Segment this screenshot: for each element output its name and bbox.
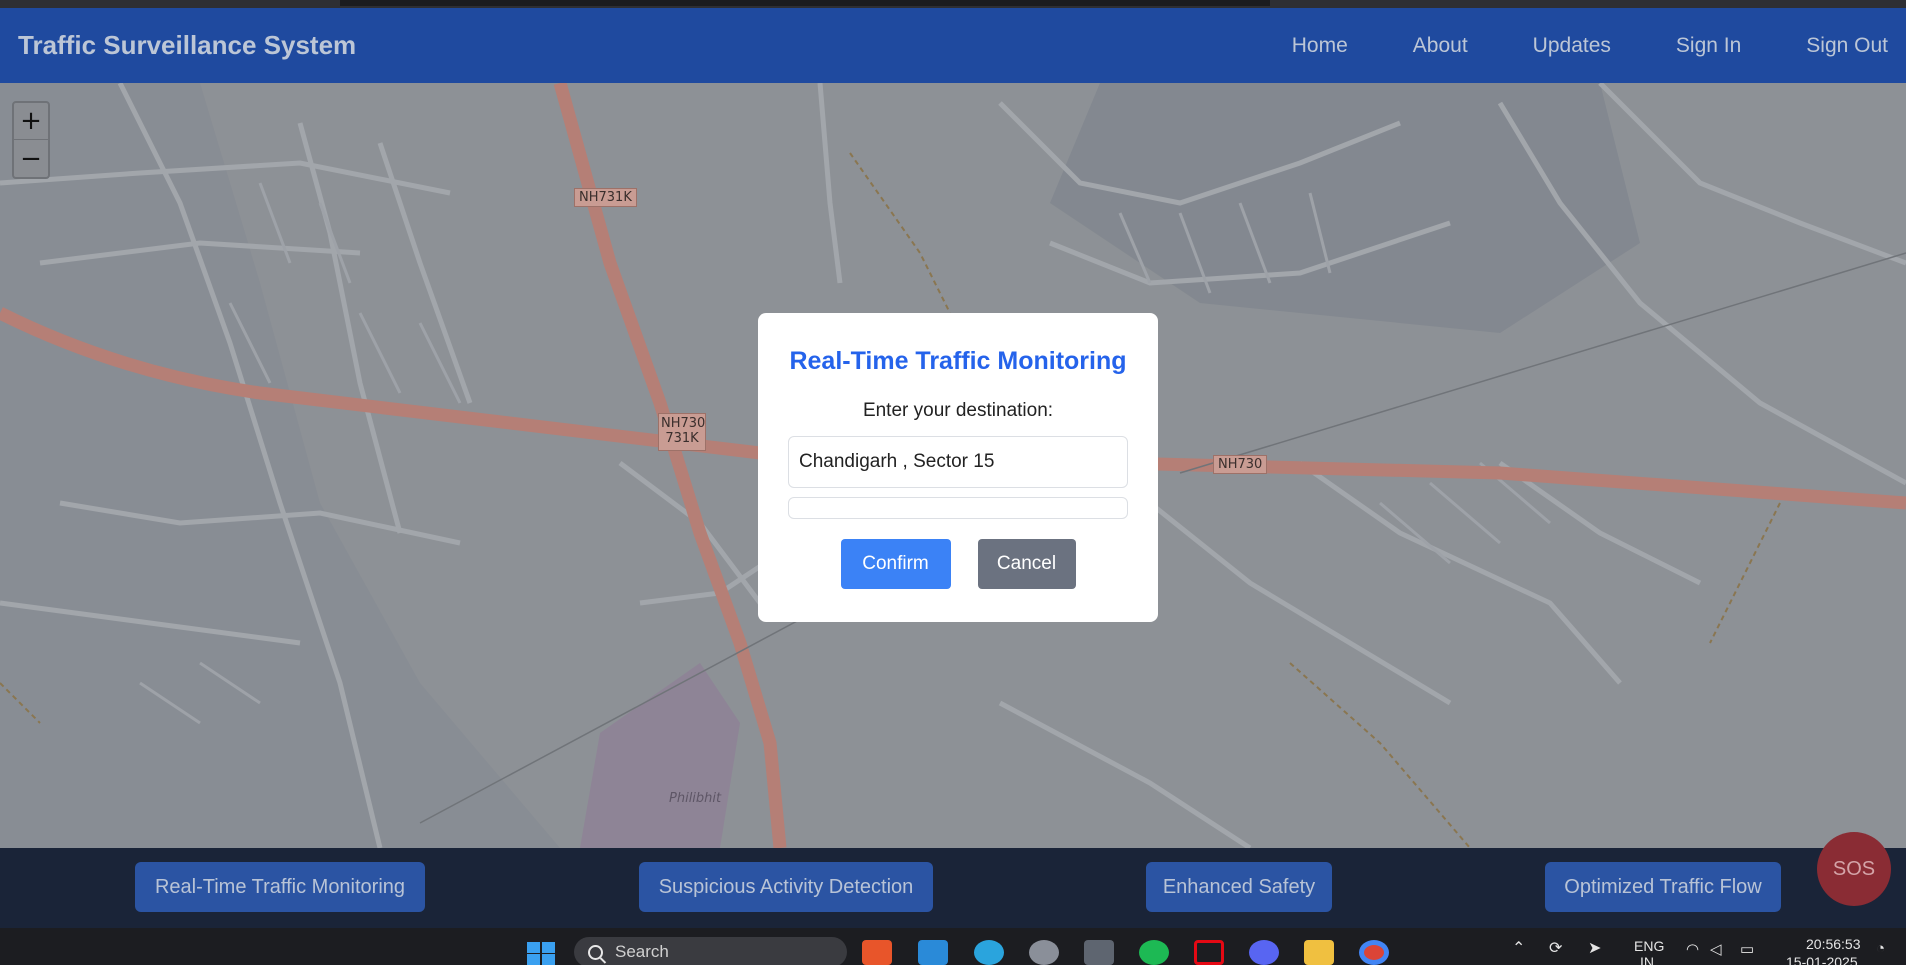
- road-label-nh731k: NH731K: [574, 188, 637, 207]
- spotify-icon[interactable]: [1139, 940, 1169, 965]
- clock-time[interactable]: 20:56:53: [1806, 936, 1861, 952]
- confirm-button[interactable]: Confirm: [840, 539, 951, 589]
- suggestion-box[interactable]: [788, 497, 1128, 519]
- windows-start-icon[interactable]: [527, 942, 555, 965]
- taskbar-search[interactable]: Search: [574, 937, 847, 965]
- destination-label: Enter your destination:: [862, 400, 1054, 421]
- app-icon[interactable]: [1084, 940, 1114, 965]
- feature-optimized-flow[interactable]: Optimized Traffic Flow: [1545, 862, 1781, 912]
- file-explorer-icon[interactable]: [1304, 940, 1334, 965]
- battery-icon[interactable]: ▭: [1740, 940, 1754, 958]
- place-label: Philibhit: [669, 791, 722, 806]
- destination-input[interactable]: [788, 436, 1128, 488]
- nav-updates[interactable]: Updates: [1533, 34, 1611, 58]
- zoom-out-button[interactable]: −: [14, 140, 48, 177]
- nav-home[interactable]: Home: [1292, 34, 1348, 58]
- cancel-button[interactable]: Cancel: [977, 539, 1076, 589]
- sos-button[interactable]: SOS: [1817, 832, 1891, 906]
- zoom-in-button[interactable]: +: [14, 103, 48, 140]
- search-placeholder: Search: [615, 942, 669, 961]
- vscode-icon[interactable]: [918, 940, 948, 965]
- feature-enhanced-safety[interactable]: Enhanced Safety: [1146, 862, 1332, 912]
- feature-footer: Real-Time Traffic Monitoring Suspicious …: [0, 848, 1906, 928]
- chrome-icon[interactable]: [1359, 940, 1389, 965]
- road-label-nh730-731k: NH730 731K: [658, 413, 706, 451]
- brave-icon[interactable]: [862, 940, 892, 965]
- netflix-icon[interactable]: [1194, 940, 1224, 965]
- navbar: Traffic Surveillance System Home About U…: [0, 8, 1906, 83]
- feature-suspicious-activity[interactable]: Suspicious Activity Detection: [639, 862, 933, 912]
- road-label-line-2: 731K: [665, 431, 699, 446]
- region-indicator: IN: [1640, 954, 1654, 965]
- volume-icon[interactable]: ◁: [1710, 940, 1722, 958]
- location-icon[interactable]: ➤: [1588, 938, 1601, 958]
- destination-modal: Real-Time Traffic Monitoring Enter your …: [758, 313, 1158, 622]
- clock-date[interactable]: 15-01-2025: [1786, 954, 1858, 965]
- language-indicator[interactable]: ENG: [1634, 938, 1664, 954]
- search-icon: [588, 944, 603, 960]
- zoom-control: + −: [12, 101, 50, 179]
- nav-links: Home About Updates Sign In Sign Out: [1227, 34, 1888, 58]
- browser-tab-bar: [340, 0, 1270, 6]
- road-label-line-1: NH730: [661, 416, 706, 431]
- taskbar: Search ⌃ ⟳ ➤ ENG IN ◠ ◁ ▭ 20:56:53 15-01…: [0, 928, 1906, 965]
- windows-logo: [527, 942, 555, 965]
- modal-title: Real-Time Traffic Monitoring: [789, 347, 1127, 375]
- notification-bell-icon[interactable]: ◔: [1876, 940, 1885, 957]
- brand-title[interactable]: Traffic Surveillance System: [18, 30, 356, 61]
- wifi-icon[interactable]: ◠: [1686, 940, 1699, 958]
- nav-sign-out[interactable]: Sign Out: [1806, 34, 1888, 58]
- modal-actions: Confirm Cancel: [788, 539, 1128, 589]
- nav-about[interactable]: About: [1413, 34, 1468, 58]
- settings-icon[interactable]: [1029, 940, 1059, 965]
- road-label-nh730-east: NH730: [1213, 455, 1268, 474]
- nav-sign-in[interactable]: Sign In: [1676, 34, 1741, 58]
- browser-top-strip: [0, 0, 1906, 8]
- discord-icon[interactable]: [1249, 940, 1279, 965]
- sync-icon[interactable]: ⟳: [1549, 938, 1562, 958]
- telegram-icon[interactable]: [974, 940, 1004, 965]
- tray-chevron-icon[interactable]: ⌃: [1512, 938, 1525, 958]
- feature-realtime-monitoring[interactable]: Real-Time Traffic Monitoring: [135, 862, 425, 912]
